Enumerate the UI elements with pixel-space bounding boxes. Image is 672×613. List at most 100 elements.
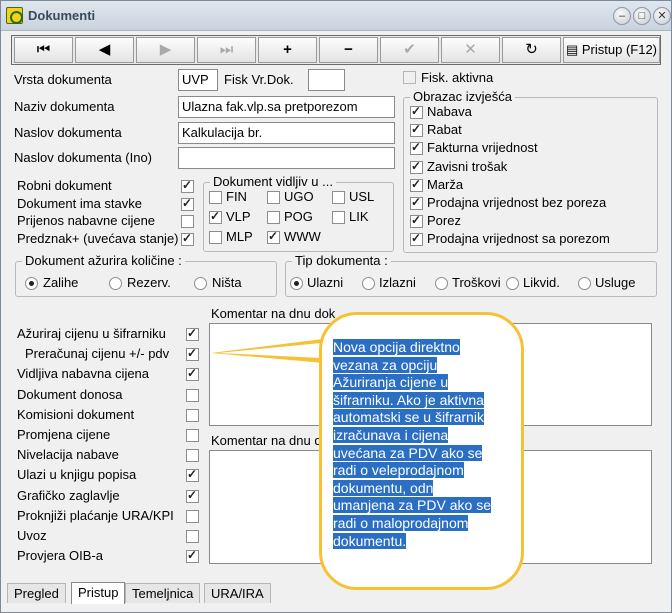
naziv-label: Naziv dokumenta <box>14 99 115 114</box>
obrazac-group: Obrazac izvješća <box>403 89 658 253</box>
option-checkbox[interactable] <box>186 488 199 503</box>
vidljiv-label: USL <box>349 189 375 204</box>
option-checkbox[interactable] <box>186 548 199 564</box>
tab-ura-ira[interactable]: URA/IRA <box>204 583 271 603</box>
tip-radio[interactable] <box>435 277 448 290</box>
vrsta-field[interactable]: UVP <box>178 69 218 91</box>
obrazac-checkbox[interactable] <box>410 195 423 210</box>
option-label: Nivelacija nabave <box>17 447 119 463</box>
vidljiv-label: WWW <box>284 229 321 244</box>
vidljiv-checkbox[interactable] <box>209 191 222 204</box>
obrazac-checkbox[interactable] <box>410 159 423 174</box>
obrazac-label: Fakturna vrijednost <box>427 140 538 156</box>
callout-line: automatski se u šifrarnik <box>333 409 484 426</box>
option-checkbox[interactable] <box>186 530 199 543</box>
option-label: Dokument donosa <box>17 386 123 402</box>
callout-line: uvećana za PDV ako se <box>333 444 483 461</box>
title-bar: Dokumenti – □ ✕ <box>1 1 671 31</box>
azurira-option: Ništa <box>212 275 242 290</box>
key-icon: ▤ <box>565 42 582 57</box>
option-checkbox[interactable] <box>186 346 199 362</box>
vidljiv-label: POG <box>284 209 313 224</box>
vidljiv-checkbox[interactable] <box>209 231 222 244</box>
maximize-button[interactable]: □ <box>633 7 651 25</box>
vrsta-label: Vrsta dokumenta <box>14 72 112 87</box>
flag-checkbox[interactable] <box>181 178 194 193</box>
tip-radio[interactable] <box>578 277 591 290</box>
obrazac-label: Prodajna vrijednost sa porezom <box>427 231 610 247</box>
naslov-field[interactable]: Kalkulacija br. <box>178 122 395 144</box>
obrazac-checkbox[interactable] <box>410 177 423 192</box>
naslov-ino-field[interactable] <box>178 147 395 169</box>
obrazac-checkbox[interactable] <box>410 213 423 229</box>
option-checkbox[interactable] <box>186 429 199 442</box>
obrazac-checkbox[interactable] <box>410 104 423 119</box>
obrazac-label: Prodajna vrijednost bez poreza <box>427 195 607 210</box>
option-checkbox[interactable] <box>186 509 199 523</box>
last-record-button[interactable]: ⏭ <box>197 37 256 63</box>
vidljiv-checkbox[interactable] <box>209 209 222 224</box>
option-checkbox[interactable] <box>186 366 199 382</box>
flag-label: Robni dokument <box>17 178 112 193</box>
tip-radio[interactable] <box>506 277 519 290</box>
next-record-button[interactable]: ▶ <box>136 37 195 63</box>
flag-checkbox[interactable] <box>181 215 194 228</box>
komentar2-label: Komentar na dnu d <box>211 433 322 448</box>
tab-temeljnica[interactable]: Temeljnica <box>125 583 201 603</box>
delete-record-button[interactable]: − <box>319 37 378 63</box>
tip-radio[interactable] <box>362 277 375 290</box>
option-checkbox[interactable] <box>186 326 199 341</box>
obrazac-checkbox[interactable] <box>410 231 423 247</box>
callout-text: Nova opcija direktno vezana za opciju Ažur… <box>333 339 515 550</box>
naslov-ino-label: Naslov dokumenta (Ino) <box>14 150 153 165</box>
vidljiv-checkbox[interactable] <box>267 229 280 244</box>
callout-line: vezana za opciju <box>333 356 438 373</box>
obrazac-checkbox[interactable] <box>410 122 423 138</box>
pristup-button[interactable]: ▤ Pristup (F12) <box>563 37 660 63</box>
vidljiv-checkbox[interactable] <box>332 211 345 224</box>
callout-line: dokumentu, odn <box>333 479 434 496</box>
vidljiv-label: UGO <box>284 189 314 204</box>
vidljiv-checkbox[interactable] <box>267 211 280 224</box>
obrazac-label: Porez <box>427 213 461 229</box>
azurira-caption: Dokument ažurira količine : <box>22 253 185 268</box>
vidljiv-checkbox[interactable] <box>332 191 345 204</box>
fisk-vrdok-label: Fisk Vr.Dok. <box>224 72 294 87</box>
flag-checkbox[interactable] <box>181 231 194 246</box>
option-checkbox[interactable] <box>186 467 199 483</box>
close-button[interactable]: ✕ <box>653 7 671 25</box>
tip-caption: Tip dokumenta : <box>292 253 391 268</box>
tab-pristup[interactable]: Pristup <box>71 582 126 604</box>
azurira-radio[interactable] <box>25 277 38 290</box>
add-record-button[interactable]: + <box>258 37 317 63</box>
pristup-label: Pristup (F12) <box>581 42 658 57</box>
azurira-radio[interactable] <box>109 277 122 290</box>
obrazac-checkbox[interactable] <box>410 140 423 156</box>
first-record-button[interactable]: ⏮ <box>14 37 73 63</box>
minimize-button[interactable]: – <box>613 7 631 25</box>
vidljiv-label: MLP <box>226 229 253 244</box>
flag-checkbox[interactable] <box>181 196 194 211</box>
tab-pregled[interactable]: Pregled <box>7 583 66 603</box>
window-title: Dokumenti <box>28 8 96 23</box>
tip-option: Likvid. <box>523 275 560 290</box>
option-checkbox[interactable] <box>186 449 199 463</box>
option-checkbox[interactable] <box>186 408 199 422</box>
flag-label: Prijenos nabavne cijene <box>17 213 156 228</box>
vidljiv-checkbox[interactable] <box>267 191 280 204</box>
callout-line: izračunava i cijena <box>333 426 449 443</box>
post-button[interactable]: ✔ <box>380 37 439 63</box>
refresh-button[interactable]: ↻ <box>502 37 561 63</box>
prev-record-button[interactable]: ◀ <box>75 37 134 63</box>
vidljiv-caption: Dokument vidljiv u ... <box>210 174 336 189</box>
cancel-button[interactable]: ✕ <box>441 37 500 63</box>
fisk-aktivna-checkbox[interactable] <box>403 71 416 84</box>
naslov-label: Naslov dokumenta <box>14 125 122 140</box>
tip-radio[interactable] <box>290 277 303 290</box>
navigator-toolbar: ⏮ ◀ ▶ ⏭ + − ✔ ✕ ↻ ▤ Pristup (F12) <box>11 35 661 65</box>
flag-label: Dokument ima stavke <box>17 195 142 211</box>
fisk-vrdok-field[interactable] <box>308 69 345 91</box>
option-checkbox[interactable] <box>186 388 199 402</box>
azurira-radio[interactable] <box>194 277 207 290</box>
naziv-field[interactable]: Ulazna fak.vlp.sa pretporezom <box>178 96 395 118</box>
